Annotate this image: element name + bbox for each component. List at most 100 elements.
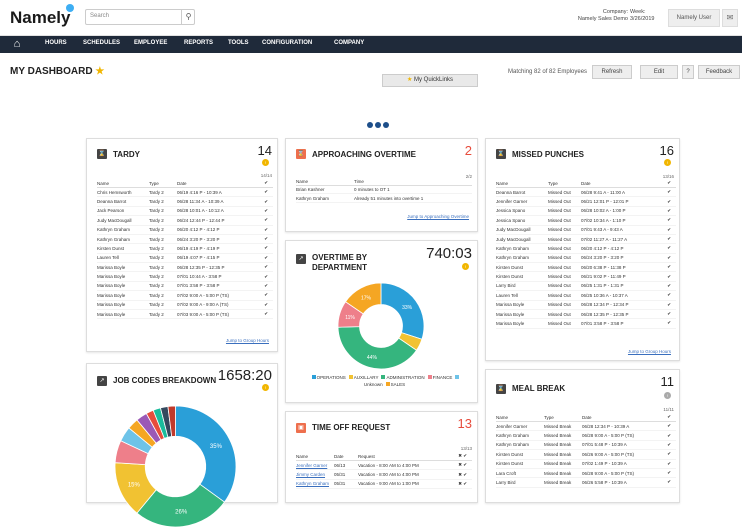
approve-check-icon[interactable]: ✔ <box>259 225 273 235</box>
table-row[interactable]: Chris Hemsworth Tardy 2 06/19 4:16 P - 10:… <box>97 187 273 198</box>
approve-check-icon[interactable]: ✔ <box>259 290 273 301</box>
approve-check-icon[interactable]: ✔ <box>661 234 676 245</box>
nav-employee[interactable]: EMPLOYEE <box>134 40 167 46</box>
table-row[interactable]: Marissa Boyle Missed Out 06/28 12:34 P - 1… <box>496 300 676 310</box>
table-row[interactable]: Kirsten Dunst Tardy 2 06/19 4:19 P - 4:19 … <box>97 243 273 254</box>
table-row[interactable]: Marissa Boyle Tardy 2 07/02 9:00 A - 9:00 … <box>97 300 273 310</box>
table-row[interactable]: Lauren Tell Missed Out 06/25 10:36 A - 10:… <box>496 290 676 301</box>
table-row[interactable]: Jennifer Garner Missed Out 06/21 12:01 P -… <box>496 196 676 207</box>
approve-check-icon[interactable]: ✔ <box>661 281 676 292</box>
table-row[interactable]: Kirsten Dunst Missed Out 06/20 6:38 P - 11… <box>496 262 676 273</box>
table-row[interactable]: Kirsten Dunst Missed Break 06/26 9:00 A - … <box>496 449 676 460</box>
job-codes-donut-chart[interactable]: 35% 26% 15% <box>113 404 238 529</box>
approve-check-icon[interactable]: ✔ <box>259 271 273 282</box>
approve-check-icon[interactable]: ✔ <box>259 206 273 217</box>
donut-slice[interactable] <box>175 405 237 503</box>
table-row[interactable]: Kathryn Graham 05/31 Vacation - 9:00 AM to… <box>296 479 472 490</box>
jump-approaching-overtime-link[interactable]: Jump to Approaching Overtime <box>407 214 469 219</box>
nav-configuration[interactable]: CONFIGURATION <box>262 40 312 46</box>
table-row[interactable]: Kirsten Dunst Missed Out 06/21 9:02 P - 11… <box>496 271 676 282</box>
nav-reports[interactable]: REPORTS <box>184 40 213 46</box>
table-row[interactable]: Kathryn Graham Tardy 2 06/20 4:12 P - 4:12… <box>97 225 273 235</box>
jump-group-hours-link[interactable]: Jump to Group Hours <box>226 338 269 343</box>
table-row[interactable]: Kathryn Graham Missed Out 06/24 3:20 P - 3… <box>496 253 676 264</box>
approve-check-icon[interactable]: ✔ <box>259 187 273 198</box>
approve-check-icon[interactable]: ✔ <box>259 300 273 310</box>
donut-slice[interactable] <box>380 282 425 340</box>
approve-check-icon[interactable]: ✔ <box>662 477 676 488</box>
approve-check-icon[interactable]: ✔ <box>661 225 676 235</box>
table-row[interactable]: Jack Pearson Tardy 2 06/28 10:01 A - 10:12… <box>97 206 273 217</box>
help-button[interactable]: ? <box>682 65 694 79</box>
home-icon[interactable]: ⌂ <box>10 37 24 51</box>
jump-group-hours-link[interactable]: Jump to Group Hours <box>628 349 671 354</box>
approve-check-icon[interactable]: ✔ <box>259 243 273 254</box>
carousel-dots[interactable] <box>367 115 391 133</box>
approve-check-icon[interactable]: ✔ <box>661 309 676 320</box>
carousel-dot[interactable] <box>375 122 381 128</box>
table-row[interactable]: Jennifer Garner Missed Break 06/28 12:34 P… <box>496 421 676 432</box>
approve-check-icon[interactable]: ✔ <box>661 206 676 217</box>
table-row[interactable]: Kathryn Graham Missed Out 06/20 4:12 P - 4… <box>496 243 676 254</box>
approve-check-icon[interactable]: ✔ <box>662 449 676 460</box>
check-icon[interactable]: ✔ <box>662 413 676 422</box>
approve-check-icon[interactable]: ✔ <box>661 300 676 310</box>
approve-check-icon[interactable]: ✔ <box>259 215 273 226</box>
mail-icon[interactable]: ✉ <box>722 9 738 27</box>
table-row[interactable]: Brian Kashner 0 minutes to OT 1 <box>296 185 472 195</box>
department-donut-chart[interactable]: 33% 44% 11% 17% <box>336 281 426 371</box>
carousel-dot[interactable] <box>367 122 373 128</box>
table-row[interactable]: Marissa Boyle Missed Out 07/01 3:58 P - 3:… <box>496 318 676 329</box>
nav-schedules[interactable]: SCHEDULES <box>83 40 120 46</box>
approve-check-icon[interactable]: ✔ <box>259 262 273 273</box>
table-row[interactable]: Marissa Boyle Tardy 2 07/01 10:44 A - 3:58… <box>97 271 273 282</box>
check-icon[interactable]: ✔ <box>661 179 676 188</box>
table-row[interactable]: Marissa Boyle Tardy 2 07/01 3:58 P - 3:58 … <box>97 281 273 292</box>
quicklinks-button[interactable]: ★ My QuickLinks <box>382 74 478 87</box>
approve-check-icon[interactable]: ✔ <box>662 421 676 432</box>
table-row[interactable]: Jimmy Carden 05/31 Vacation - 8:00 AM to 4… <box>296 469 472 480</box>
approve-check-icon[interactable]: ✔ <box>259 309 273 320</box>
approve-check-icon[interactable]: ✔ <box>259 281 273 292</box>
table-row[interactable]: Lara Croft Missed Break 06/28 9:00 A - 5:0… <box>496 468 676 479</box>
table-row[interactable]: Marissa Boyle Tardy 2 06/28 12:35 P - 12:3… <box>97 262 273 273</box>
name-cell[interactable]: Kathryn Graham <box>296 479 334 490</box>
table-row[interactable]: Kirsten Dunst Missed Break 07/02 1:49 P - … <box>496 459 676 469</box>
table-row[interactable]: Marissa Boyle Tardy 2 07/03 9:00 A - 5:00 … <box>97 309 273 320</box>
check-icon[interactable]: ✔ <box>259 179 273 188</box>
refresh-button[interactable]: Refresh <box>592 65 632 79</box>
table-row[interactable]: Judy MacDougall Tardy 2 06/24 12:44 P - 12… <box>97 215 273 226</box>
approve-check-icon[interactable]: ✔ <box>662 430 676 441</box>
approve-check-icon[interactable]: ✔ <box>661 243 676 254</box>
approve-check-icon[interactable]: ✔ <box>661 187 676 198</box>
name-cell[interactable]: Jennifer Garner <box>296 460 334 471</box>
table-row[interactable]: Lauren Tell Tardy 2 06/19 4:07 P - 4:15 P ✔ <box>97 253 273 264</box>
nav-tools[interactable]: TOOLS <box>228 40 249 46</box>
edit-button[interactable]: Edit <box>640 65 678 79</box>
approve-check-icon[interactable]: ✔ <box>662 459 676 469</box>
favorite-star-icon[interactable]: ★ <box>95 66 104 77</box>
approve-check-icon[interactable]: ✔ <box>662 440 676 451</box>
table-row[interactable]: Marissa Boyle Tardy 2 07/02 9:00 A - 5:00 … <box>97 290 273 301</box>
approve-check-icon[interactable]: ✔ <box>661 196 676 207</box>
table-row[interactable]: Kathryn Graham Missed Break 06/28 9:00 A -… <box>496 430 676 441</box>
nav-hours[interactable]: HOURS <box>45 40 67 46</box>
approve-check-icon[interactable]: ✔ <box>259 234 273 245</box>
approve-deny-icons[interactable]: ✖ ✔ <box>450 460 472 471</box>
table-row[interactable]: Kathryn Graham Already 51 minutes into ov… <box>296 193 472 203</box>
approve-check-icon[interactable]: ✔ <box>661 290 676 301</box>
approve-check-icon[interactable]: ✔ <box>259 196 273 207</box>
approve-check-icon[interactable]: ✔ <box>661 215 676 226</box>
table-row[interactable]: Jessica Spano Missed Out 07/02 10:34 A - 1… <box>496 215 676 226</box>
approve-check-icon[interactable]: ✔ <box>259 253 273 264</box>
table-row[interactable]: Judy MacDougall Missed Out 07/02 11:27 A -… <box>496 234 676 245</box>
user-menu-button[interactable]: Namely User <box>668 9 720 27</box>
approve-deny-icons[interactable]: ✖ ✔ <box>450 479 472 490</box>
table-row[interactable]: Kathryn Graham Tardy 2 06/24 3:20 P - 3:20… <box>97 234 273 245</box>
approve-check-icon[interactable]: ✔ <box>661 271 676 282</box>
table-row[interactable]: Deanna Barrot Missed Out 06/28 9:41 A - 11… <box>496 187 676 198</box>
table-row[interactable]: Marissa Boyle Missed Out 06/28 12:35 P - 1… <box>496 309 676 320</box>
name-cell[interactable]: Jimmy Carden <box>296 469 334 480</box>
table-row[interactable]: Larry Bird Missed Out 06/25 1:31 P - 1:31 … <box>496 281 676 292</box>
action-icons[interactable]: ✖ ✔ <box>450 452 472 461</box>
